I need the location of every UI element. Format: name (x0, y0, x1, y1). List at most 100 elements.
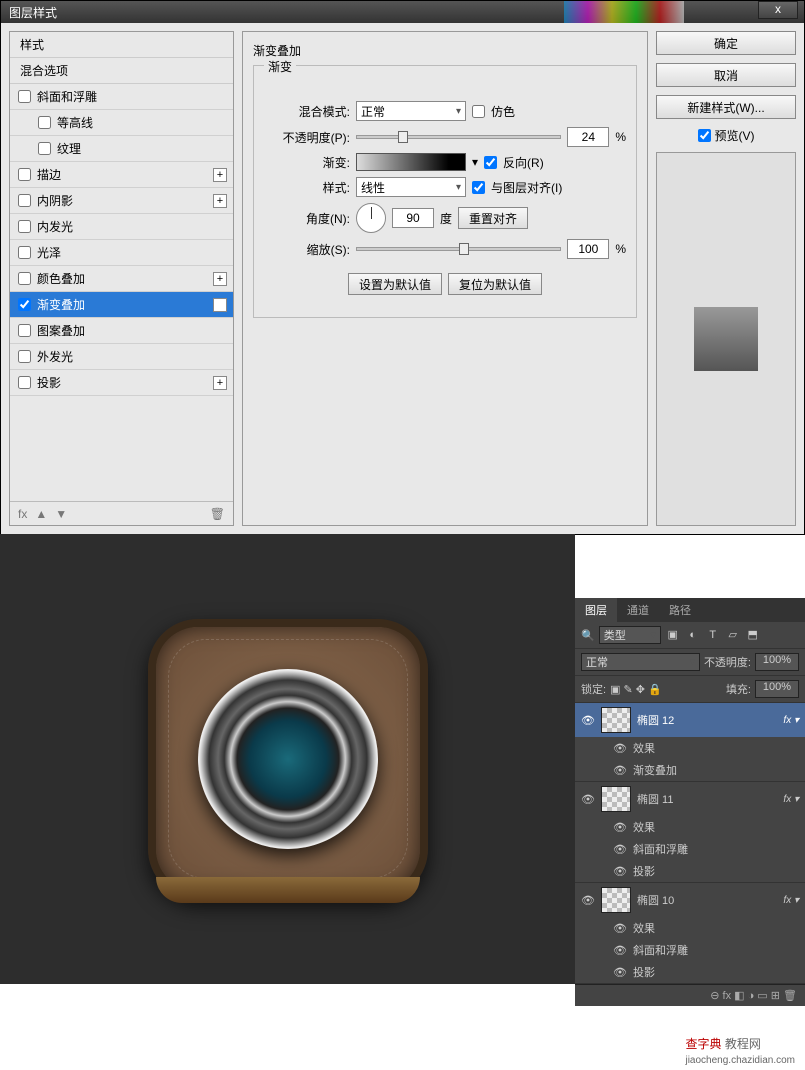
blend-options[interactable]: 混合选项 (10, 58, 233, 84)
style-select[interactable]: 线性▾ (356, 177, 466, 197)
visibility-icon[interactable]: 👁 (613, 944, 627, 957)
visibility-icon[interactable]: 👁 (613, 742, 627, 755)
angle-dial[interactable] (356, 203, 386, 233)
style-checkbox[interactable] (38, 142, 51, 155)
opacity-slider[interactable] (356, 135, 561, 139)
layers-footer[interactable]: ⊖ fx ◧ ◑ ▭ ⊞ 🗑 (575, 984, 805, 1006)
scale-input[interactable] (567, 239, 609, 259)
blend-mode-select[interactable]: 正常▾ (356, 101, 466, 121)
effect-item[interactable]: 👁斜面和浮雕 (575, 838, 805, 860)
dither-checkbox[interactable] (472, 105, 485, 118)
fx-icon[interactable]: fx (18, 507, 27, 521)
style-checkbox[interactable] (18, 324, 31, 337)
filter-row: 🔍 类型▾ ▣ ◐ T ▱ ⬒ (575, 622, 805, 649)
preview-toggle[interactable]: 预览(V) (656, 127, 796, 144)
tab-layers[interactable]: 图层 (575, 598, 617, 622)
ok-button[interactable]: 确定 (656, 31, 796, 55)
trash-icon[interactable]: 🗑 (210, 507, 225, 521)
tab-channels[interactable]: 通道 (617, 598, 659, 622)
style-item[interactable]: 光泽 (10, 240, 233, 266)
layer-row[interactable]: 👁椭圆 10fx ▾ (575, 883, 805, 917)
filter-smart-icon[interactable]: ⬒ (745, 627, 761, 643)
effect-item[interactable]: 👁斜面和浮雕 (575, 939, 805, 961)
style-checkbox[interactable] (18, 350, 31, 363)
add-icon[interactable]: + (213, 168, 227, 182)
fx-badge[interactable]: fx ▾ (783, 895, 799, 906)
new-style-button[interactable]: 新建样式(W)... (656, 95, 796, 119)
style-item[interactable]: 外发光 (10, 344, 233, 370)
effects-header[interactable]: 👁效果 (575, 737, 805, 759)
style-checkbox[interactable] (18, 220, 31, 233)
visibility-icon[interactable]: 👁 (613, 764, 627, 777)
effect-item[interactable]: 👁投影 (575, 961, 805, 983)
style-item[interactable]: 纹理 (10, 136, 233, 162)
style-checkbox[interactable] (18, 376, 31, 389)
dialog-titlebar[interactable]: 图层样式 x (1, 1, 804, 23)
style-item[interactable]: 内发光 (10, 214, 233, 240)
watermark: 查字典 教程网 jiaocheng.chazidian.com (685, 1035, 795, 1066)
angle-input[interactable] (392, 208, 434, 228)
style-item[interactable]: 图案叠加 (10, 318, 233, 344)
visibility-icon[interactable]: 👁 (581, 714, 595, 727)
style-checkbox[interactable] (18, 168, 31, 181)
filter-pixel-icon[interactable]: ▣ (665, 627, 681, 643)
filter-text-icon[interactable]: T (705, 627, 721, 643)
layer-row[interactable]: 👁椭圆 11fx ▾ (575, 782, 805, 816)
fx-badge[interactable]: fx ▾ (783, 715, 799, 726)
add-icon[interactable]: + (213, 298, 227, 312)
visibility-icon[interactable]: 👁 (581, 793, 595, 806)
effects-header[interactable]: 👁效果 (575, 917, 805, 939)
effect-item[interactable]: 👁投影 (575, 860, 805, 882)
fx-badge[interactable]: fx ▾ (783, 794, 799, 805)
move-up-icon[interactable]: ▲ (35, 507, 47, 521)
visibility-icon[interactable]: 👁 (613, 922, 627, 935)
visibility-icon[interactable]: 👁 (613, 865, 627, 878)
style-checkbox[interactable] (38, 116, 51, 129)
layer-row[interactable]: 👁椭圆 12fx ▾ (575, 703, 805, 737)
visibility-icon[interactable]: 👁 (613, 966, 627, 979)
style-item[interactable]: 投影+ (10, 370, 233, 396)
layer-blend-select[interactable]: 正常▾ (581, 653, 700, 671)
reset-align-button[interactable]: 重置对齐 (458, 207, 528, 229)
styles-header[interactable]: 样式 (10, 32, 233, 58)
tab-paths[interactable]: 路径 (659, 598, 701, 622)
close-button[interactable]: x (758, 1, 798, 19)
gradient-preview[interactable] (356, 153, 466, 171)
add-icon[interactable]: + (213, 194, 227, 208)
style-item[interactable]: 颜色叠加+ (10, 266, 233, 292)
visibility-icon[interactable]: 👁 (581, 894, 595, 907)
style-checkbox[interactable] (18, 246, 31, 259)
make-default-button[interactable]: 设置为默认值 (348, 273, 442, 295)
style-item[interactable]: 内阴影+ (10, 188, 233, 214)
visibility-icon[interactable]: 👁 (613, 843, 627, 856)
effects-header[interactable]: 👁效果 (575, 816, 805, 838)
style-item[interactable]: 渐变叠加+ (10, 292, 233, 318)
filter-adjust-icon[interactable]: ◐ (685, 627, 701, 643)
cancel-button[interactable]: 取消 (656, 63, 796, 87)
gradient-fieldset: 渐变 混合模式: 正常▾ 仿色 不透明度(P): % 渐变: (253, 65, 637, 318)
style-item[interactable]: 描边+ (10, 162, 233, 188)
fill-input[interactable]: 100% (755, 680, 799, 698)
filter-shape-icon[interactable]: ▱ (725, 627, 741, 643)
style-item[interactable]: 等高线 (10, 110, 233, 136)
move-down-icon[interactable]: ▼ (55, 507, 67, 521)
lock-icons[interactable]: ▣ ✎ ✥ 🔒 (610, 683, 662, 696)
style-checkbox[interactable] (18, 272, 31, 285)
style-checkbox[interactable] (18, 194, 31, 207)
scale-slider[interactable] (356, 247, 561, 251)
style-item[interactable]: 斜面和浮雕 (10, 84, 233, 110)
chevron-down-icon[interactable]: ▾ (472, 155, 478, 169)
opacity-input[interactable] (567, 127, 609, 147)
reverse-checkbox[interactable] (484, 156, 497, 169)
effect-item[interactable]: 👁渐变叠加 (575, 759, 805, 781)
preview-checkbox[interactable] (698, 129, 711, 142)
align-checkbox[interactable] (472, 181, 485, 194)
visibility-icon[interactable]: 👁 (613, 821, 627, 834)
add-icon[interactable]: + (213, 376, 227, 390)
filter-kind-select[interactable]: 类型▾ (599, 626, 661, 644)
style-checkbox[interactable] (18, 298, 31, 311)
add-icon[interactable]: + (213, 272, 227, 286)
style-checkbox[interactable] (18, 90, 31, 103)
layer-opacity-input[interactable]: 100% (755, 653, 799, 671)
reset-default-button[interactable]: 复位为默认值 (448, 273, 542, 295)
